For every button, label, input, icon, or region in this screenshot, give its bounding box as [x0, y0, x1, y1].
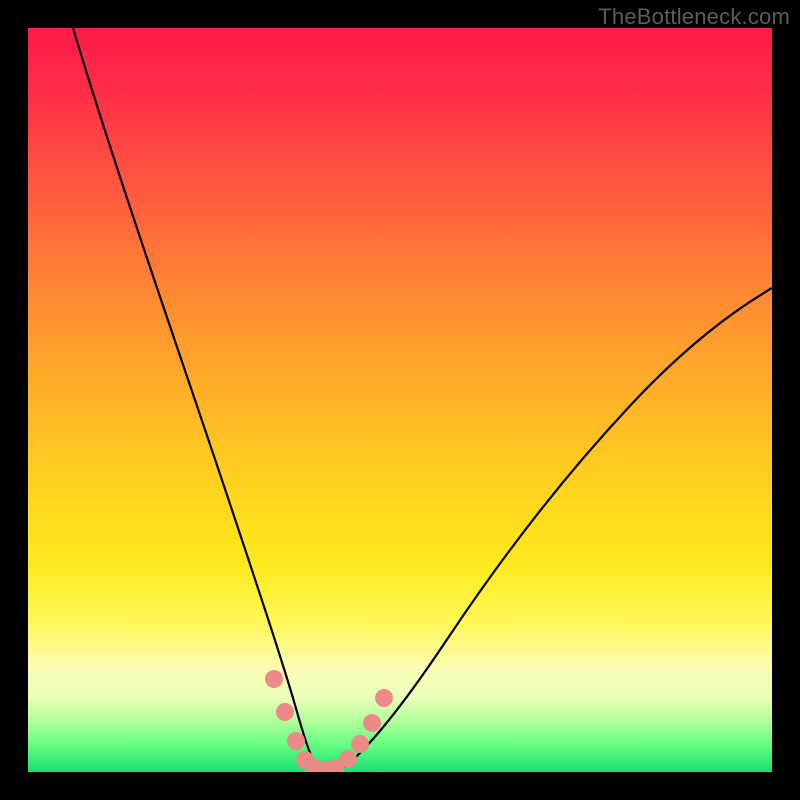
chart-frame: TheBottleneck.com — [0, 0, 800, 800]
marker-dot — [363, 714, 381, 732]
watermark-text: TheBottleneck.com — [598, 4, 790, 30]
marker-dot — [265, 670, 283, 688]
marker-dot — [339, 750, 357, 768]
marker-dot — [375, 689, 393, 707]
marker-dot — [351, 735, 369, 753]
marker-group — [265, 670, 393, 772]
marker-dot — [287, 732, 305, 750]
chart-svg — [28, 28, 772, 772]
bottleneck-curve — [73, 28, 772, 771]
marker-dot — [276, 703, 294, 721]
plot-area — [28, 28, 772, 772]
